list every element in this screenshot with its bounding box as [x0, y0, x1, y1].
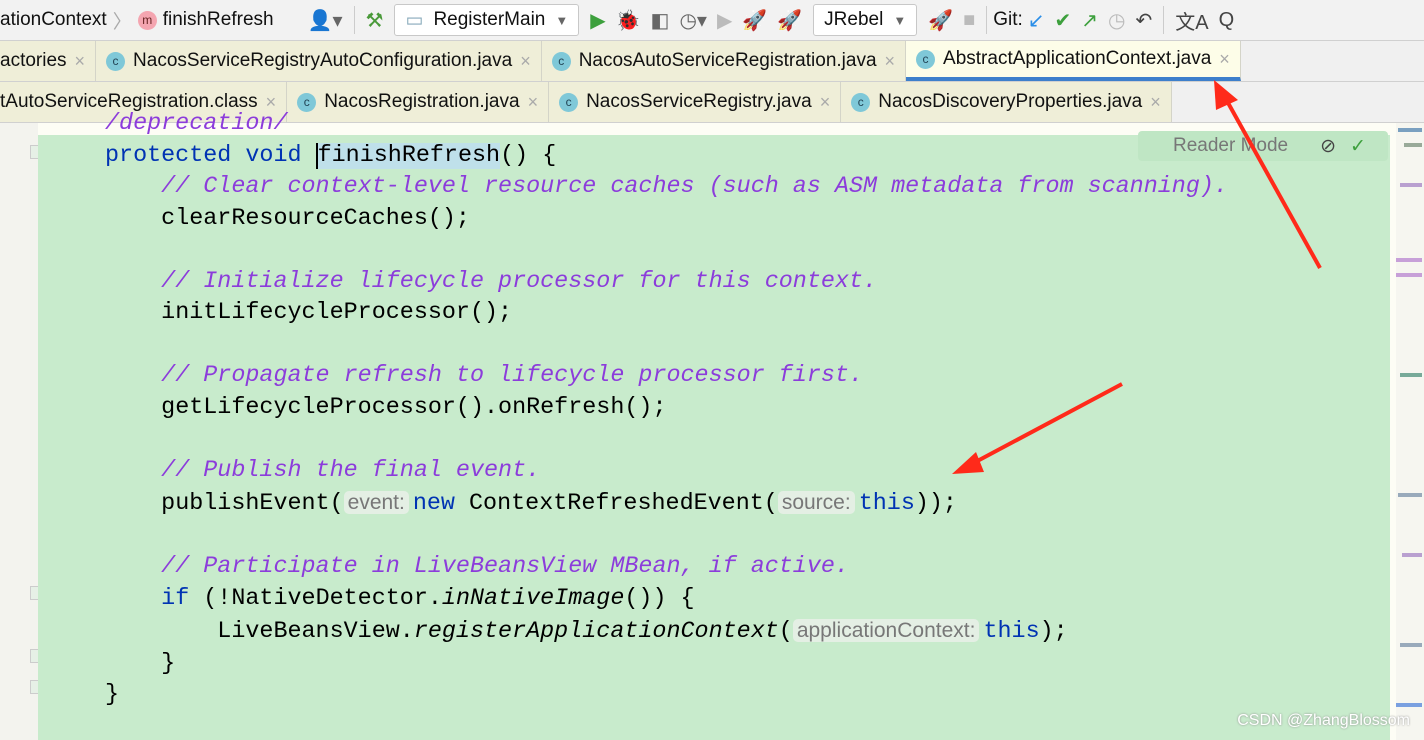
code-editor[interactable]: /deprecation/ protected void finishRefre…: [0, 111, 1424, 740]
run-config-label: RegisterMain: [433, 9, 546, 30]
close-icon[interactable]: ×: [885, 51, 896, 72]
run-disabled-icon[interactable]: ▶: [717, 5, 732, 35]
class-icon: c: [551, 51, 571, 71]
tab-label: NacosServiceRegistryAutoConfiguration.ja…: [133, 50, 513, 71]
reader-mode-button[interactable]: Reader Mode: [1173, 135, 1288, 157]
comment-line: // Participate in LiveBeansView MBean, i…: [161, 554, 849, 580]
code-line: if (!NativeDetector.inNativeImage()) {: [161, 585, 695, 612]
code-line: clearResourceCaches();: [161, 205, 470, 232]
jrebel-select[interactable]: JRebel ▼: [813, 4, 918, 36]
build-hammer-icon[interactable]: ⚒: [366, 5, 384, 35]
jrebel-debug-icon[interactable]: 🚀: [777, 5, 802, 35]
git-label: Git:: [993, 9, 1023, 30]
error-stripe-scrollbar[interactable]: [1396, 123, 1424, 740]
code-line: getLifecycleProcessor().onRefresh();: [161, 394, 667, 421]
search-icon[interactable]: Q: [1219, 5, 1235, 35]
git-update-icon[interactable]: ↙: [1028, 5, 1045, 35]
run-icon[interactable]: ▶: [590, 5, 605, 35]
chevron-down-icon: ▼: [555, 12, 569, 28]
rocket-disabled-icon[interactable]: 🚀: [928, 5, 953, 35]
breadcrumb-separator: 〉: [112, 11, 132, 33]
tab-nacos-auto-service-registration[interactable]: c NacosAutoServiceRegistration.java ×: [541, 41, 907, 81]
rollback-icon[interactable]: ↶: [1136, 5, 1153, 35]
tab-nacos-service-registry-auto-configuration[interactable]: c NacosServiceRegistryAutoConfiguration.j…: [96, 41, 542, 81]
run-config-select[interactable]: ▭ RegisterMain ▼: [394, 4, 580, 36]
debug-icon[interactable]: 🐞: [616, 5, 641, 35]
check-icon[interactable]: ✓: [1350, 135, 1366, 158]
chevron-down-icon: ▼: [893, 12, 907, 28]
tab-label: NacosAutoServiceRegistration.java: [578, 50, 877, 71]
class-icon: c: [916, 49, 936, 69]
param-hint: source:: [777, 491, 855, 514]
toolbar: ationContext 〉 m finishRefresh 👤▾ ⚒ ▭ Reg…: [0, 0, 1424, 41]
translate-icon[interactable]: 文A: [1175, 5, 1208, 35]
user-icon[interactable]: 👤▾: [308, 5, 343, 35]
tab-label: actories: [0, 50, 67, 71]
code-line: publishEvent(event: new ContextRefreshedE…: [161, 491, 957, 517]
divider: [353, 6, 355, 34]
jrebel-run-icon[interactable]: 🚀: [742, 5, 767, 35]
breadcrumb-class[interactable]: ationContext: [0, 9, 107, 31]
tab-factories[interactable]: actories ×: [0, 41, 97, 81]
code-line: LiveBeansView.registerApplicationContext…: [217, 619, 1068, 645]
code-text[interactable]: /deprecation/ protected void finishRefre…: [105, 109, 1228, 712]
close-icon[interactable]: ×: [520, 51, 531, 72]
git-push-icon[interactable]: ↗: [1081, 5, 1098, 35]
jrebel-label: JRebel: [824, 9, 884, 30]
comment-line: // Initialize lifecycle processor for th…: [161, 268, 878, 295]
breadcrumb-method[interactable]: finishRefresh: [163, 9, 274, 31]
class-icon: c: [106, 51, 126, 71]
code-line: /deprecation/: [105, 111, 288, 137]
gutter: [0, 123, 38, 740]
comment-line: // Clear context-level resource caches (…: [161, 174, 1228, 200]
eye-off-icon[interactable]: ⊘: [1320, 135, 1336, 158]
code-line: protected void finishRefresh() {: [105, 142, 557, 169]
divider: [1163, 6, 1165, 34]
code-line: initLifecycleProcessor();: [161, 300, 513, 326]
tab-abstract-application-context[interactable]: c AbstractApplicationContext.java ×: [906, 41, 1241, 81]
method-icon: m: [137, 10, 157, 30]
profile-icon[interactable]: ◷▾: [679, 5, 707, 35]
watermark: CSDN @ZhangBlossom: [1237, 712, 1410, 729]
stop-icon[interactable]: ■: [963, 5, 975, 35]
config-icon: ▭: [405, 9, 424, 31]
reader-mode-bar: Reader Mode ⊘ ✓: [1138, 131, 1388, 161]
coverage-icon[interactable]: ◧: [651, 5, 670, 35]
tab-row-1: actories × c NacosServiceRegistryAutoConfi…: [0, 41, 1424, 82]
code-line: }: [161, 650, 176, 677]
param-hint: applicationContext:: [792, 619, 980, 642]
history-icon[interactable]: ◷: [1108, 5, 1125, 35]
tab-label: AbstractApplicationContext.java: [943, 48, 1212, 69]
close-icon[interactable]: ×: [1219, 49, 1230, 70]
close-icon[interactable]: ×: [75, 51, 86, 72]
git-commit-icon[interactable]: ✔: [1055, 5, 1072, 35]
comment-line: // Propagate refresh to lifecycle proces…: [161, 363, 863, 389]
param-hint: event:: [343, 491, 409, 514]
divider: [986, 6, 988, 34]
code-line: }: [105, 682, 120, 708]
comment-line: // Publish the final event.: [161, 457, 541, 484]
